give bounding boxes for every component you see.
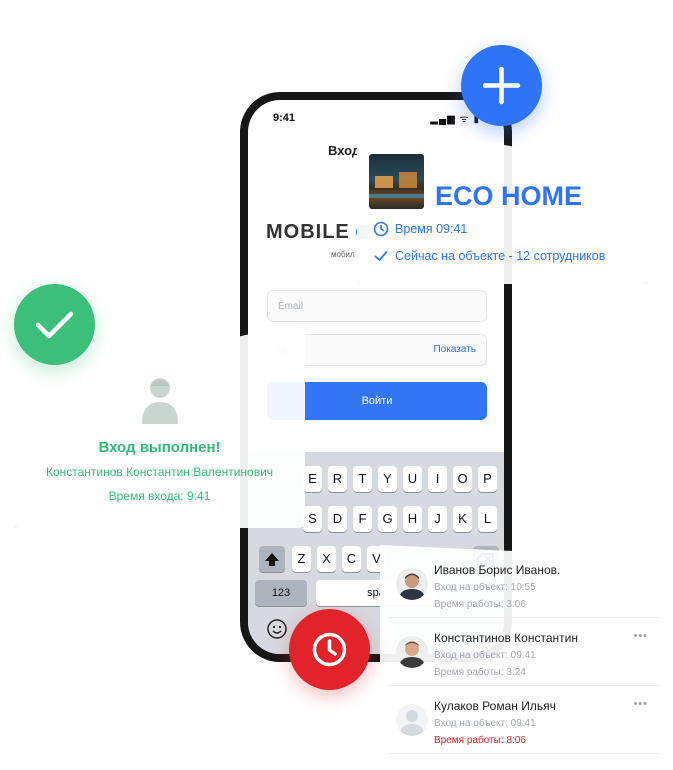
- employee-list-card: Иванов Борис Иванов. Вход на объект: 10:…: [380, 545, 672, 770]
- brand-subtitle: мобил: [331, 250, 355, 259]
- more-options-icon[interactable]: •••: [633, 698, 648, 710]
- more-options-icon[interactable]: •••: [633, 630, 648, 642]
- key-k[interactable]: K: [453, 506, 472, 532]
- object-time-row: Время 09:41: [373, 221, 467, 237]
- key-l[interactable]: L: [478, 506, 497, 532]
- email-field[interactable]: [267, 290, 487, 322]
- avatar-placeholder-icon: [142, 378, 178, 424]
- emoji-key[interactable]: [266, 618, 288, 645]
- brand-logo: MOBILE: [266, 221, 370, 244]
- object-onsite: Сейчас на объекте - 12 сотрудников: [395, 249, 606, 263]
- status-time: 9:41: [273, 112, 296, 124]
- avatar: [396, 704, 428, 736]
- key-g[interactable]: G: [378, 506, 397, 532]
- avatar: [396, 568, 428, 600]
- clock-button[interactable]: [289, 609, 370, 690]
- key-x[interactable]: X: [317, 546, 336, 572]
- login-time: Время входа: 9:41: [108, 489, 211, 503]
- key-h[interactable]: H: [403, 506, 422, 532]
- key-z[interactable]: Z: [292, 546, 311, 572]
- nav-title: Вход: [328, 143, 361, 158]
- object-onsite-row: Сейчас на объекте - 12 сотрудников: [373, 248, 605, 264]
- employee-name: Константинов Константин: [434, 631, 578, 645]
- key-f[interactable]: F: [353, 506, 372, 532]
- employee-row[interactable]: Иванов Борис Иванов. Вход на объект: 10:…: [388, 550, 660, 618]
- employee-enter-time: Вход на объект: 09:41: [434, 718, 536, 729]
- employee-work-time: Время работы: 3:06: [434, 599, 526, 610]
- login-user-name: Константинов Константин Валентинович: [45, 465, 274, 479]
- login-success-title: Вход выполнен!: [98, 439, 221, 456]
- emoji-icon: [267, 619, 287, 639]
- key-t[interactable]: T: [353, 466, 372, 492]
- shift-icon: [265, 553, 279, 566]
- key-i[interactable]: I: [428, 466, 447, 492]
- key-j[interactable]: J: [428, 506, 447, 532]
- key-o[interactable]: O: [453, 466, 472, 492]
- employee-row[interactable]: Константинов Константин Вход на объект: …: [388, 618, 660, 686]
- shift-key[interactable]: [259, 546, 285, 572]
- email-input[interactable]: [268, 291, 428, 321]
- object-photo: [369, 154, 424, 209]
- check-icon: [35, 311, 74, 339]
- employee-work-time: Время работы: 8:06: [434, 735, 526, 746]
- divider: [388, 753, 660, 754]
- brand-text: MOBILE: [266, 221, 350, 243]
- add-button[interactable]: [461, 45, 542, 126]
- object-card[interactable]: ECO HOME Время 09:41 Сейчас на объекте -…: [357, 121, 647, 284]
- employee-enter-time: Вход на объект: 10:55: [434, 582, 536, 593]
- employee-row[interactable]: Кулаков Роман Ильяч Вход на объект: 09:4…: [388, 686, 660, 754]
- key-s[interactable]: S: [303, 506, 322, 532]
- employee-name: Кулаков Роман Ильяч: [434, 699, 556, 713]
- key-c[interactable]: C: [342, 546, 361, 572]
- key-y[interactable]: Y: [378, 466, 397, 492]
- key-d[interactable]: D: [328, 506, 347, 532]
- employee-work-time: Время работы: 3:24: [434, 667, 526, 678]
- success-badge: [14, 284, 95, 365]
- show-password-button[interactable]: Показать: [433, 344, 476, 355]
- avatar: [396, 636, 428, 668]
- employee-name: Иванов Борис Иванов.: [434, 563, 561, 577]
- clock-icon: [373, 221, 389, 237]
- clock-icon: [312, 632, 347, 667]
- object-time: Время 09:41: [395, 222, 468, 236]
- check-icon: [374, 251, 388, 261]
- key-e[interactable]: E: [303, 466, 322, 492]
- key-u[interactable]: U: [403, 466, 422, 492]
- numbers-key[interactable]: 123: [255, 580, 307, 606]
- employee-enter-time: Вход на объект: 09:41: [434, 650, 536, 661]
- key-r[interactable]: R: [328, 466, 347, 492]
- key-p[interactable]: P: [478, 466, 497, 492]
- plus-icon: [482, 66, 521, 105]
- object-title: ECO HOME: [435, 181, 583, 211]
